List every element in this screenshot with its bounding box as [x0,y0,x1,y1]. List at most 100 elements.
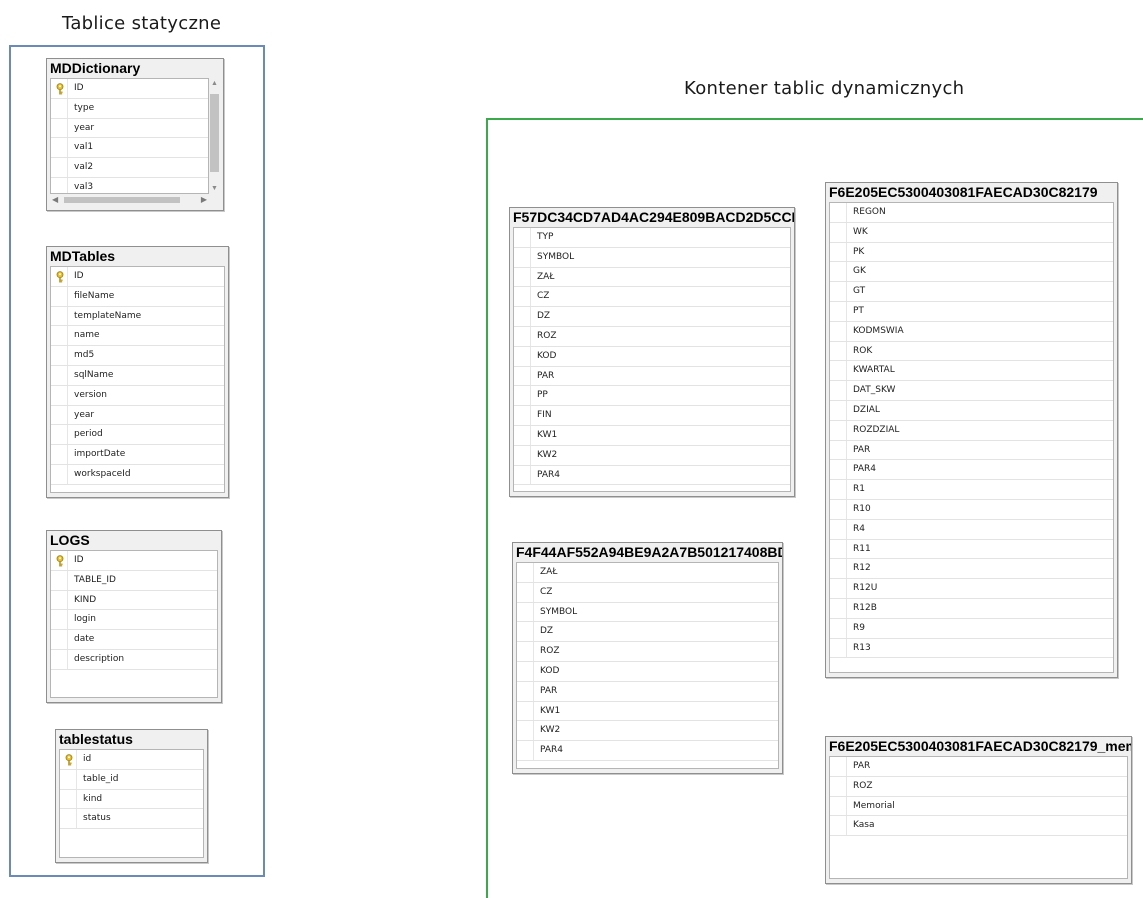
column-row[interactable]: ROZDZIAL [830,420,1113,441]
column-row[interactable]: KOD [517,661,778,682]
column-row[interactable]: year [51,118,208,139]
column-row[interactable]: sqlName [51,365,224,386]
column-row[interactable]: workspaceId [51,464,224,485]
column-row[interactable]: KW2 [514,445,790,466]
column-row[interactable]: FIN [514,406,790,426]
column-row[interactable]: CZ [514,287,790,308]
table-f4f44af[interactable]: F4F44AF552A94BE9A2A7B501217408BD ZAŁ CZ SYM… [512,542,783,774]
column-row[interactable]: TYP [514,228,790,248]
column-row[interactable]: md5 [51,346,224,366]
column-row[interactable]: DZIAL [830,400,1113,421]
column-row[interactable]: R12U [830,579,1113,599]
column-row[interactable]: status [60,809,203,830]
column-row[interactable]: DZ [517,622,778,643]
column-row[interactable]: KODMSWIA [830,321,1113,342]
column-row[interactable]: date [51,630,217,650]
column-row[interactable]: KIND [51,590,217,611]
column-row[interactable]: name [51,326,224,347]
column-row[interactable]: SYMBOL [514,247,790,268]
column-row[interactable]: R1 [830,480,1113,500]
column-row[interactable]: KW1 [517,701,778,722]
column-name: ROZDZIAL [853,424,900,435]
scroll-up-arrow-icon[interactable]: ▲ [211,80,218,87]
column-row[interactable]: CZ [517,582,778,603]
primary-key-icon [56,271,64,283]
column-row[interactable]: PAR [514,366,790,387]
column-row[interactable]: PT [830,301,1113,322]
column-row[interactable]: KW1 [514,425,790,446]
column-row[interactable]: TABLE_ID [51,570,217,591]
column-row[interactable]: R12B [830,598,1113,619]
column-row[interactable]: PAR4 [514,465,790,486]
column-row[interactable]: Memorial [830,796,1127,817]
column-row[interactable]: kind [60,789,203,810]
table-logs[interactable]: LOGS ID TABLE_ID KIND login date description [46,530,222,703]
row-selector [51,177,68,193]
column-row[interactable]: R9 [830,618,1113,639]
column-row[interactable]: year [51,405,224,426]
column-row[interactable]: PAR [517,681,778,702]
column-row[interactable]: PAR4 [830,460,1113,481]
column-row[interactable]: PAR [830,757,1127,777]
column-row[interactable]: R12 [830,559,1113,580]
table-mdtables[interactable]: MDTables ID fileName templateName name md5 sql… [46,246,229,498]
column-row[interactable]: ROZ [830,776,1127,797]
column-row[interactable]: type [51,98,208,119]
dynamic-container-heading: Kontener tablic dynamicznych [684,78,965,99]
scroll-left-arrow-icon[interactable]: ◀ [52,194,58,206]
column-row[interactable]: R4 [830,519,1113,540]
column-row[interactable]: table_id [60,769,203,790]
scroll-thumb[interactable] [210,94,219,172]
column-row[interactable]: ZAŁ [514,267,790,288]
column-row[interactable]: ROZ [517,642,778,662]
column-row[interactable]: val2 [51,158,208,178]
column-row[interactable]: PAR [830,440,1113,461]
column-row[interactable]: WK [830,222,1113,243]
table-tablestatus[interactable]: tablestatus id table_id kind status [55,729,208,863]
column-row[interactable]: GT [830,282,1113,302]
column-row[interactable]: ID [51,79,208,99]
horizontal-scrollbar[interactable]: ◀ ▶ [50,194,209,206]
column-row[interactable]: R10 [830,499,1113,520]
column-row[interactable]: ZAŁ [517,563,778,583]
column-row[interactable]: DAT_SKW [830,381,1113,401]
column-row[interactable]: ROK [830,341,1113,362]
column-row[interactable]: R11 [830,539,1113,560]
column-row[interactable]: id [60,750,203,770]
table-f6e205ec[interactable]: F6E205EC5300403081FAECAD30C82179 REGON WK P… [825,182,1118,678]
column-row[interactable]: GK [830,262,1113,283]
column-row[interactable]: Kasa [830,816,1127,837]
column-name: sqlName [74,369,114,380]
row-selector [514,307,531,326]
scroll-down-arrow-icon[interactable]: ▼ [211,185,218,192]
column-row[interactable]: ID [51,551,217,571]
column-row[interactable]: val1 [51,138,208,159]
table-mddictionary[interactable]: MDDictionary ID type year val1 val2 val3 ▲ ▼ ◀ ▶ [46,58,224,211]
column-row[interactable]: description [51,649,217,670]
column-row[interactable]: KOD [514,346,790,367]
column-row[interactable]: login [51,610,217,631]
column-row[interactable]: KWARTAL [830,361,1113,382]
column-row[interactable]: period [51,425,224,446]
column-row[interactable]: SYMBOL [517,602,778,623]
column-row[interactable]: importDate [51,445,224,465]
column-row[interactable]: version [51,385,224,406]
column-row[interactable]: ID [51,267,224,287]
column-row[interactable]: KW2 [517,721,778,742]
row-selector [830,519,847,539]
column-row[interactable]: PK [830,242,1113,263]
column-row[interactable]: PAR4 [517,741,778,761]
column-row[interactable]: PP [514,386,790,407]
vertical-scrollbar[interactable]: ▲ ▼ [209,78,220,194]
column-row[interactable]: REGON [830,203,1113,223]
column-row[interactable]: ROZ [514,326,790,347]
scroll-thumb[interactable] [64,197,180,203]
column-row[interactable]: R13 [830,638,1113,659]
table-f57dc34[interactable]: F57DC34CD7AD4AC294E809BACD2D5CCD TYP SYMBO… [509,207,795,497]
scroll-right-arrow-icon[interactable]: ▶ [201,194,207,206]
column-row[interactable]: fileName [51,286,224,307]
column-row[interactable]: DZ [514,307,790,327]
column-row[interactable]: templateName [51,306,224,327]
column-row[interactable]: val3 [51,177,208,193]
table-f6e205ec-memorial[interactable]: F6E205EC5300403081FAECAD30C82179_memoria… [825,736,1132,884]
